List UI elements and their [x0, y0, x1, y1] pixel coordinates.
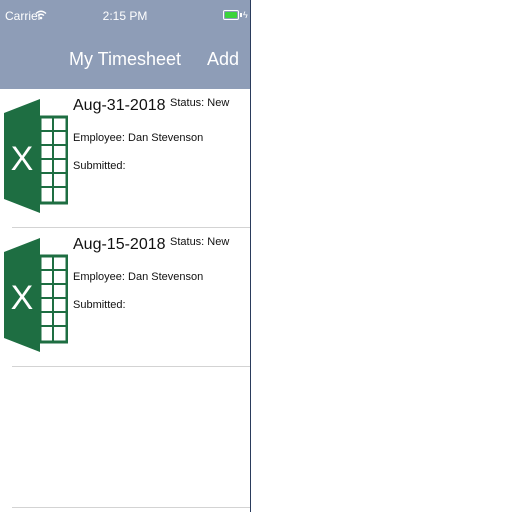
timesheet-status: Status: New	[170, 97, 230, 109]
timesheet-row[interactable]: X Aug-15-2018 Status: New Employee: Dan …	[0, 228, 250, 367]
battery-icon	[223, 10, 239, 20]
timesheet-employee: Employee: Dan Stevenson	[73, 271, 204, 283]
svg-text:X: X	[11, 279, 34, 317]
timesheet-submitted: Submitted:	[73, 160, 126, 172]
empty-row-divider	[12, 507, 250, 508]
timesheet-date: Aug-31-2018	[73, 97, 166, 114]
excel-icon: X	[4, 238, 68, 352]
clock: 2:15 PM	[102, 9, 148, 23]
timesheet-row[interactable]: X Aug-31-2018 Status: New Employee: Dan …	[0, 89, 250, 228]
timesheet-list: X Aug-31-2018 Status: New Employee: Dan …	[0, 89, 250, 367]
phone-screen: Carrier 2:15 PM ϟ My Timesheet Add X Aug…	[0, 0, 251, 512]
battery-cap	[240, 13, 242, 17]
timesheet-status: Status: New	[170, 236, 230, 248]
row-divider	[12, 366, 250, 367]
add-button[interactable]: Add	[207, 49, 239, 70]
excel-icon: X	[4, 99, 68, 213]
charging-icon: ϟ	[243, 10, 248, 20]
svg-text:X: X	[11, 140, 34, 178]
timesheet-date: Aug-15-2018	[73, 236, 166, 253]
status-bar: Carrier 2:15 PM ϟ	[0, 0, 250, 30]
navigation-header: Carrier 2:15 PM ϟ My Timesheet Add	[0, 0, 250, 89]
battery-level	[225, 12, 237, 18]
timesheet-submitted: Submitted:	[73, 299, 126, 311]
timesheet-employee: Employee: Dan Stevenson	[73, 132, 204, 144]
